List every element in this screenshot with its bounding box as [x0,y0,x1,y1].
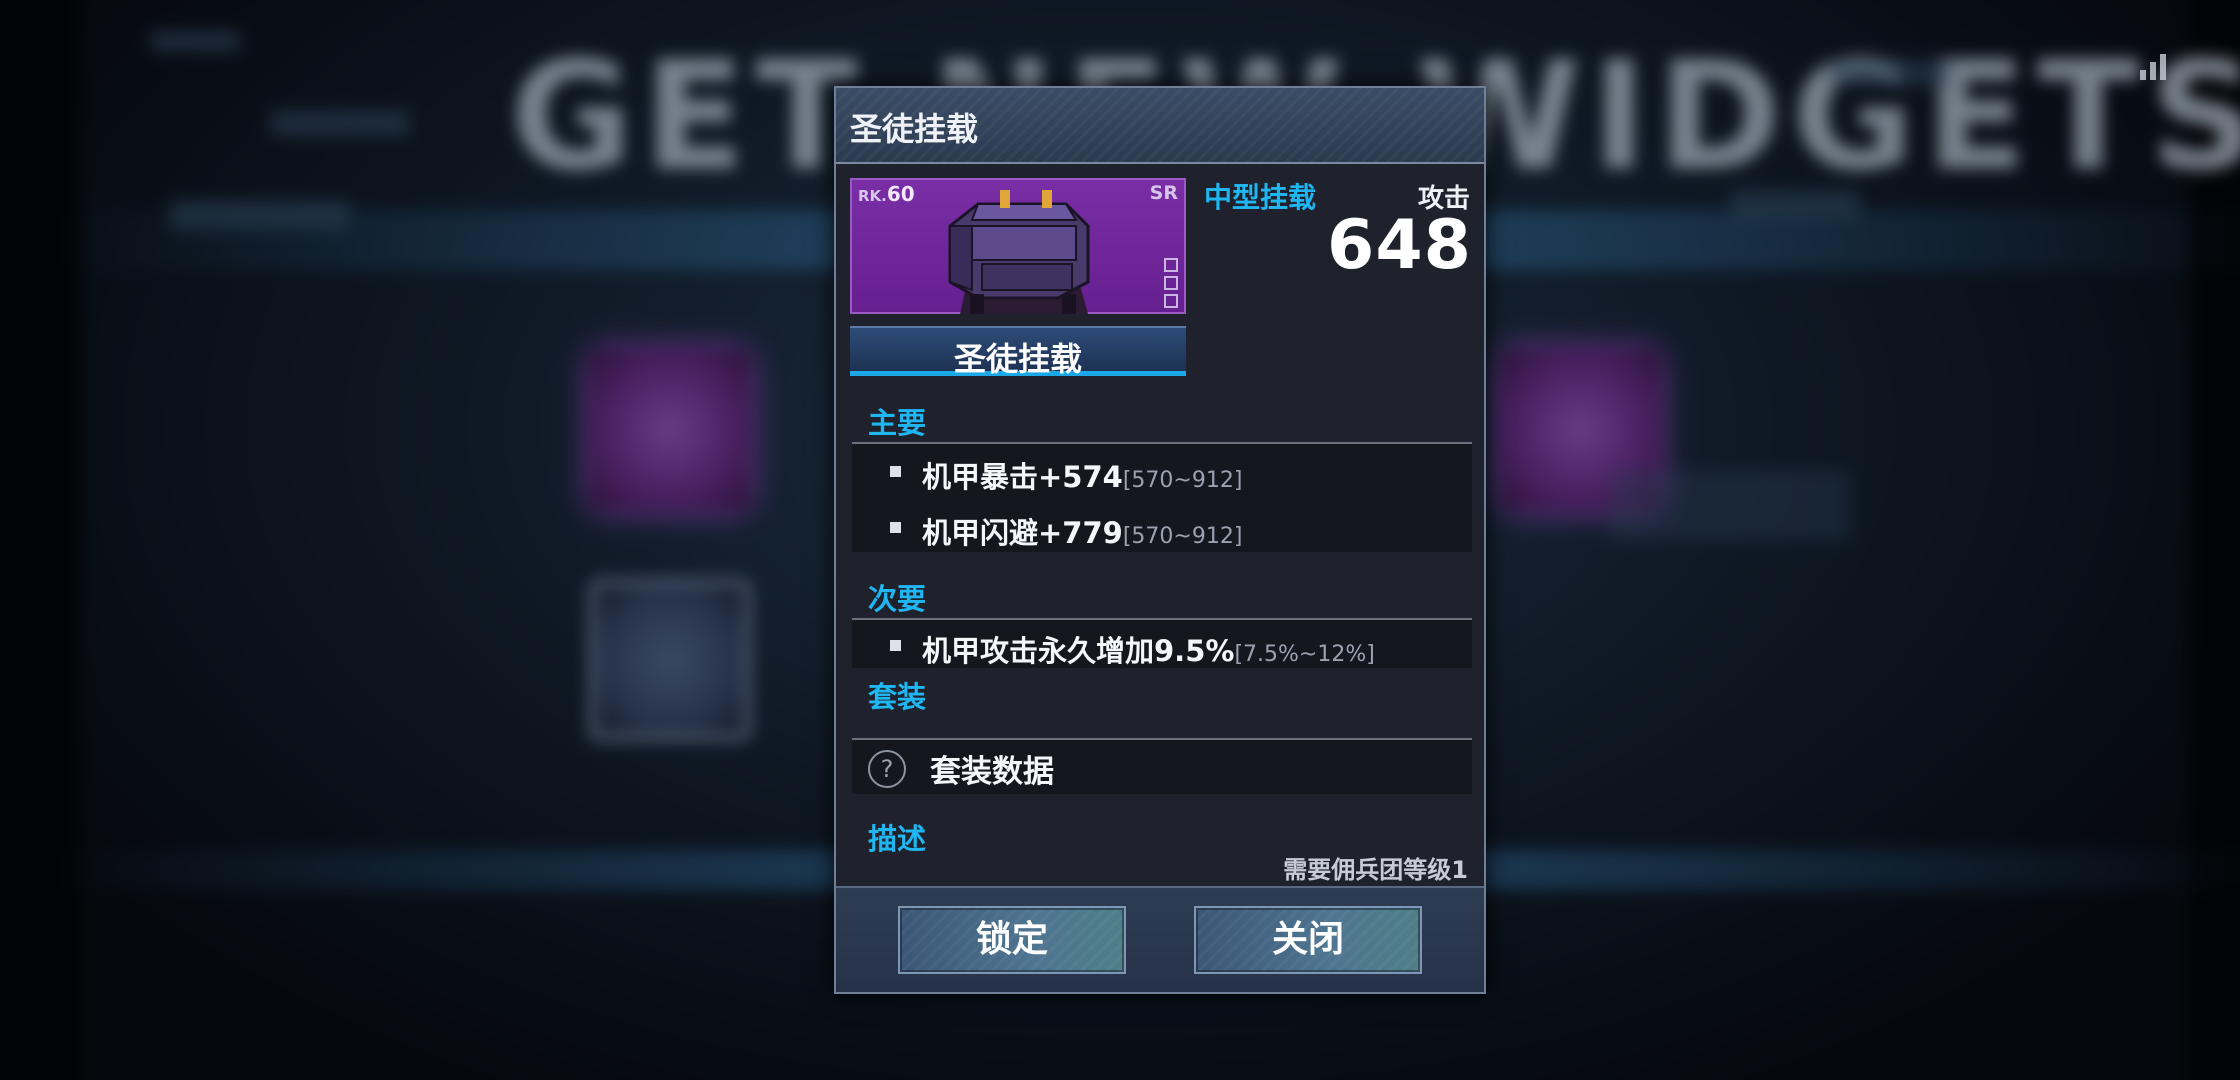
item-name-bar: 圣徒挂载 [850,326,1186,378]
stat-range: [570~912] [1122,524,1243,549]
lock-button[interactable]: 锁定 [898,906,1126,974]
signal-bar [2140,70,2146,80]
secondary-stats-title: 次要 [868,582,927,616]
attack-value: 648 [1327,206,1472,285]
secondary-stats-box: 机甲攻击永久增加9.5%[7.5%~12%] [852,618,1472,668]
item-grade: SR [1149,182,1178,204]
background-item-tile [590,350,750,510]
dialog-footer: 锁定 关闭 [836,886,1484,992]
stat-value: 机甲暴击+574 [922,460,1123,494]
main-stats-box: 机甲暴击+574[570~912] 机甲闪避+779[570~912] [852,442,1472,552]
stat-text: 机甲攻击永久增加9.5%[7.5%~12%] [922,628,1375,670]
bullet-icon [890,640,901,651]
stat-text: 机甲暴击+574[570~912] [922,454,1242,496]
item-rank: RK.60 [858,182,915,206]
slot-box [1164,258,1178,272]
description-title: 描述 [868,822,927,856]
set-data-text: 套装数据 [930,754,1054,790]
background-blob [1830,60,1950,86]
stat-value: 机甲闪避+779 [922,516,1123,550]
background-blob [170,200,350,230]
help-icon[interactable]: ? [868,750,906,788]
stat-row: 机甲闪避+779[570~912] [852,502,1472,552]
stat-range: [570~912] [1122,468,1243,493]
stat-text: 机甲闪避+779[570~912] [922,510,1242,552]
slot-box [1164,276,1178,290]
stat-value: 机甲攻击永久增加9.5% [922,634,1235,668]
main-stats-title: 主要 [868,406,927,440]
requirement-text: 需要佣兵团等级1 [1283,856,1468,884]
item-detail-dialog: 圣徒挂载 RK.60 SR 圣徒挂载 中型挂载 攻击 648 主要 机甲暴击+5… [834,86,1486,994]
close-button[interactable]: 关闭 [1194,906,1422,974]
bullet-icon [890,522,901,533]
item-type: 中型挂载 [1204,181,1317,214]
rank-prefix: RK. [858,187,887,205]
mech-mount-image [948,190,1090,314]
background-blob [150,30,240,52]
item-name: 圣徒挂载 [953,340,1082,378]
background-item-tile [590,580,750,740]
signal-bar [2150,62,2156,80]
background-blob [1610,470,1850,540]
dialog-header: 圣徒挂载 [836,88,1484,164]
signal-icon [2136,48,2180,80]
stat-row: 机甲暴击+574[570~912] [852,446,1472,496]
item-card: RK.60 SR [850,178,1186,314]
set-title: 套装 [868,680,927,714]
background-blob [270,110,410,136]
background-left-edge [0,0,80,1080]
dialog-title: 圣徒挂载 [850,110,979,148]
stat-range: [7.5%~12%] [1234,642,1375,667]
set-box: ? 套装数据 [852,738,1472,794]
stat-row: 机甲攻击永久增加9.5%[7.5%~12%] [852,620,1472,670]
slot-box [1164,294,1178,308]
background-blob [1730,190,1860,218]
signal-bar [2160,54,2166,80]
bullet-icon [890,466,901,477]
rank-value: 60 [886,182,915,206]
